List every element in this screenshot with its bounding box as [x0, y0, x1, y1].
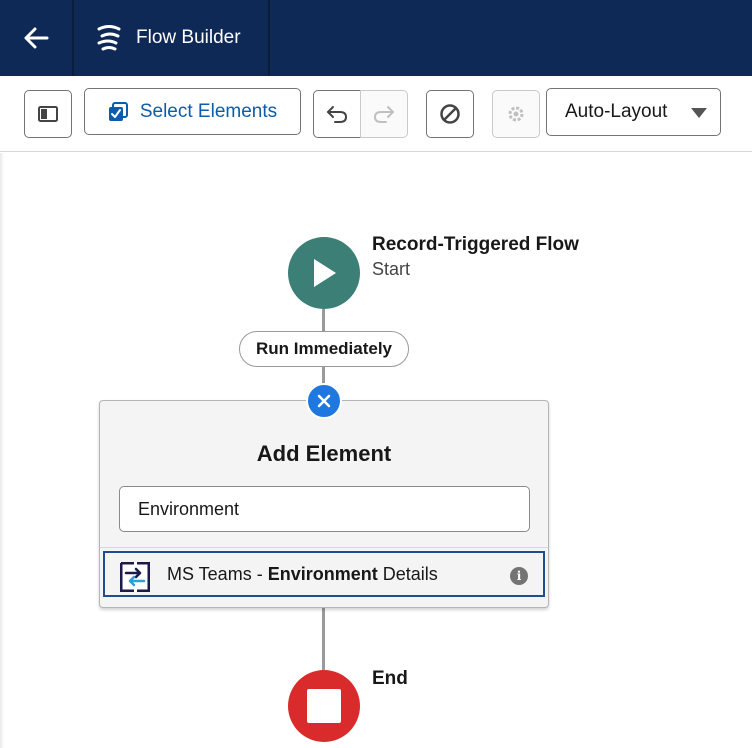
- connector-line: [322, 309, 325, 331]
- start-node[interactable]: [288, 237, 360, 309]
- connector-line: [322, 608, 325, 670]
- element-search-input[interactable]: [119, 486, 530, 532]
- header-divider: [268, 0, 270, 76]
- settings-button[interactable]: [492, 90, 540, 138]
- redo-icon: [373, 106, 394, 123]
- start-node-title: Record-Triggered Flow: [372, 234, 579, 255]
- close-add-element-button[interactable]: [306, 383, 342, 419]
- select-elements-button[interactable]: Select Elements: [84, 88, 301, 135]
- panel-divider: [100, 547, 548, 548]
- play-icon: [314, 259, 336, 287]
- toolbar: Select Elements Auto-Layout: [0, 76, 752, 152]
- app-header: Flow Builder: [0, 0, 752, 76]
- debug-button[interactable]: [426, 90, 474, 138]
- end-node-label: End: [372, 668, 408, 689]
- info-icon[interactable]: i: [510, 567, 528, 585]
- canvas-edge: [0, 153, 4, 748]
- back-button[interactable]: [0, 0, 72, 76]
- select-elements-label: Select Elements: [139, 100, 278, 122]
- flow-logo-icon: [97, 25, 121, 51]
- search-result-label: MS Teams - Environment Details: [167, 563, 438, 584]
- stop-icon: [307, 689, 341, 723]
- search-result-item[interactable]: MS Teams - Environment Details i: [103, 551, 545, 597]
- app-title: Flow Builder: [136, 27, 241, 48]
- undo-icon: [327, 106, 348, 123]
- add-element-title: Add Element: [256, 441, 392, 466]
- end-node[interactable]: [288, 670, 360, 742]
- path-label[interactable]: Run Immediately: [239, 331, 409, 367]
- select-checkbox-icon: [108, 101, 128, 121]
- redo-button[interactable]: [360, 90, 408, 138]
- gear-icon: [508, 106, 524, 122]
- prohibit-icon: [440, 104, 460, 124]
- toggle-panel-button[interactable]: [24, 90, 72, 138]
- subflow-icon: [120, 562, 150, 592]
- arrow-left-icon: [24, 27, 49, 49]
- layout-select-value: Auto-Layout: [565, 101, 668, 122]
- close-icon: [317, 394, 331, 408]
- app-brand: Flow Builder: [74, 0, 268, 76]
- start-node-subtitle: Start: [372, 259, 411, 279]
- panel-toggle-icon: [38, 106, 58, 122]
- layout-select[interactable]: Auto-Layout: [546, 88, 721, 136]
- add-element-panel: Add Element MS Teams - Environment Detai…: [99, 400, 549, 608]
- undo-button[interactable]: [313, 90, 361, 138]
- chevron-down-icon: [691, 108, 707, 118]
